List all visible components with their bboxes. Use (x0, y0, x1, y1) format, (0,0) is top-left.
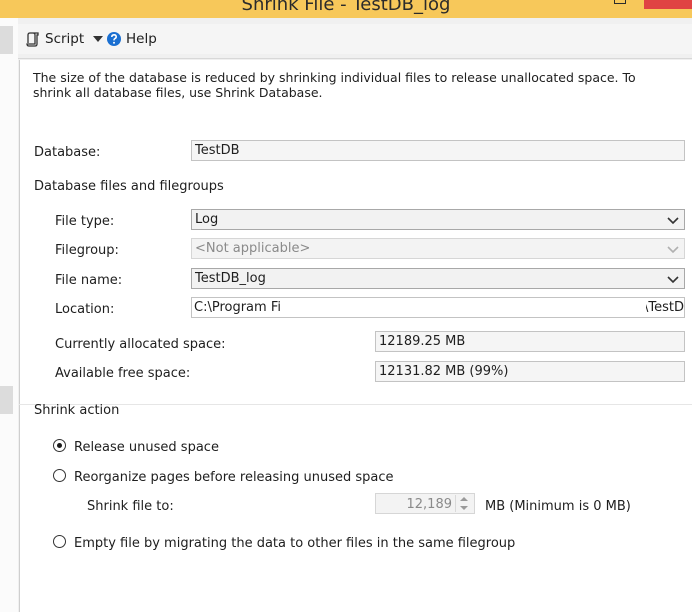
file-type-value: Log (195, 212, 219, 227)
section-divider (19, 404, 692, 405)
chevron-down-icon (460, 506, 468, 510)
toolbar-separator (18, 58, 692, 59)
free-space-field: 12131.82 MB (99%) (375, 361, 685, 382)
script-icon (26, 32, 39, 47)
page-marker (0, 26, 13, 54)
allocated-space-label: Currently allocated space: (55, 337, 226, 352)
file-name-label: File name: (55, 273, 123, 288)
redaction-mask (282, 298, 646, 316)
chevron-down-icon[interactable] (666, 272, 680, 286)
script-label: Script (45, 31, 85, 47)
file-name-value: TestDB_log (195, 271, 266, 286)
shrink-action-title: Shrink action (34, 403, 120, 418)
database-field[interactable]: TestDB (191, 140, 685, 161)
chevron-down-icon (667, 246, 679, 254)
file-type-select[interactable]: Log (191, 209, 685, 230)
description-text: The size of the database is reduced by s… (33, 70, 636, 100)
allocated-space-field: 12189.25 MB (375, 331, 685, 352)
file-type-label: File type: (55, 214, 115, 229)
free-space-label: Available free space: (55, 366, 191, 381)
reorganize-label[interactable]: Reorganize pages before releasing unused… (74, 470, 394, 485)
help-button[interactable]: Help (106, 30, 157, 48)
release-unused-radio[interactable] (53, 439, 66, 452)
database-label: Database: (34, 145, 101, 160)
shrink-to-value: 12,189 (406, 497, 453, 512)
toolbar: Script Help (18, 24, 692, 54)
general-panel (19, 60, 692, 404)
chevron-up-icon (460, 497, 468, 501)
release-unused-label[interactable]: Release unused space (74, 440, 219, 455)
filegroup-label: Filegroup: (55, 243, 119, 258)
close-button[interactable] (644, 0, 692, 9)
page-select-strip (0, 18, 18, 612)
stepper-arrows (455, 495, 472, 512)
location-label: Location: (55, 302, 115, 317)
maximize-icon[interactable] (614, 0, 626, 4)
shrink-to-label: Shrink file to: (87, 499, 174, 514)
location-value-end: \TestD (644, 300, 684, 315)
shrink-to-stepper: 12,189 (375, 493, 475, 514)
files-section-title: Database files and filegroups (34, 179, 224, 194)
empty-file-radio[interactable] (53, 535, 66, 548)
minimize-icon[interactable] (586, 0, 600, 8)
filegroup-select: <Not applicable> (191, 238, 685, 259)
dropdown-arrow-icon[interactable] (92, 33, 104, 45)
script-button[interactable]: Script (26, 30, 104, 48)
shrink-to-unit: MB (Minimum is 0 MB) (485, 499, 631, 514)
title-bar: Shrink File - TestDB_log (0, 0, 692, 18)
file-name-select[interactable]: TestDB_log (191, 268, 685, 289)
reorganize-radio[interactable] (53, 469, 66, 482)
filegroup-value: <Not applicable> (195, 241, 311, 256)
empty-file-label[interactable]: Empty file by migrating the data to othe… (74, 536, 515, 551)
help-label: Help (126, 31, 157, 47)
page-marker (0, 386, 13, 414)
location-value-start: C:\Program File (194, 300, 293, 315)
chevron-down-icon[interactable] (666, 213, 680, 227)
help-icon (107, 32, 121, 46)
